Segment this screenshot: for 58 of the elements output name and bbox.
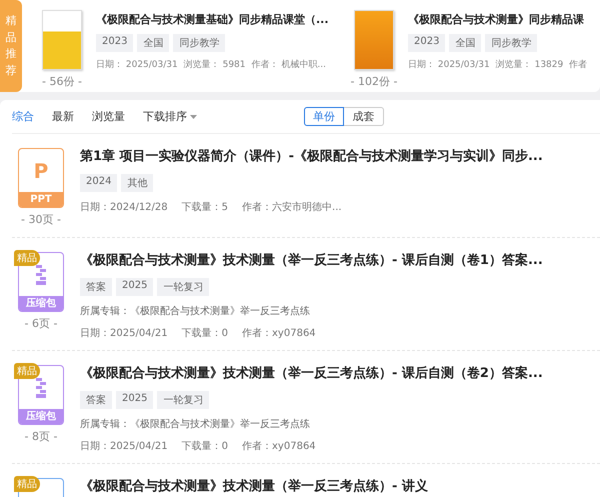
toggle-button[interactable]: 单份: [304, 107, 344, 126]
meta-text: 作者：xy07864: [242, 326, 316, 340]
copy-count: - 102份 -: [350, 74, 398, 89]
page-count: - 30页 -: [21, 212, 61, 227]
sort-dropdown[interactable]: 下载排序: [143, 109, 197, 124]
meta-text: 下载量：5: [182, 200, 228, 214]
tag: 2025: [116, 391, 154, 409]
filter-tab[interactable]: 综合: [12, 109, 34, 124]
book-cover[interactable]: [354, 10, 394, 70]
tag: 2024: [80, 174, 118, 192]
meta-text: 日期： 2025/03/31: [96, 58, 178, 71]
tag: 答案: [80, 391, 112, 409]
meta-text: 日期：2025/04/21: [80, 440, 168, 453]
ppt-file-icon: P PPT: [18, 148, 64, 208]
caret-icon: [190, 114, 197, 118]
meta-text: 作者： 机械中职...: [252, 58, 326, 71]
tag: 全国: [449, 34, 482, 52]
resource-title[interactable]: 第1章 项目一实验仪器简介（课件）-《极限配合与技术测量学习与实训》同步...: [80, 148, 543, 166]
premium-badge: 精品: [14, 250, 40, 266]
tag: 同步教学: [485, 34, 538, 52]
tag: 一轮复习: [157, 278, 210, 296]
tag: 2025: [116, 278, 154, 296]
resource-title[interactable]: 《极限配合与技术测量》技术测量（举一反三考点练）- 课后自测（卷2）答案...: [80, 365, 543, 383]
zipper-icon: [36, 378, 46, 398]
tag: 同步教学: [173, 34, 226, 52]
featured-title[interactable]: 《极限配合与技术测量》同步精品课: [408, 10, 588, 28]
meta-text: 日期：2024/12/28: [80, 200, 168, 214]
premium-badge: 精品: [14, 476, 40, 492]
filter-tab[interactable]: 浏览量: [92, 109, 125, 124]
tag: 其他: [121, 174, 154, 192]
copy-count: - 56份 -: [42, 74, 82, 89]
meta-text: 浏览量： 13829: [496, 58, 564, 71]
toggle-button[interactable]: 成套: [344, 107, 384, 126]
meta-text: 下载量：0: [182, 440, 228, 453]
meta-text: 日期： 2025/03/31: [408, 58, 490, 71]
featured-label: 精品推荐: [6, 13, 16, 78]
featured-title[interactable]: 《极限配合与技术测量基础》同步精品课堂（...: [96, 10, 329, 28]
tag: 答案: [80, 278, 112, 296]
meta-text: 日期：2025/04/21: [80, 326, 168, 340]
filter-tab[interactable]: 最新: [52, 109, 74, 124]
book-cover[interactable]: [42, 10, 82, 70]
meta-text: 下载量：0: [182, 326, 228, 340]
zipper-icon: [36, 264, 46, 284]
resource-title[interactable]: 《极限配合与技术测量》技术测量（举一反三考点练）- 讲义: [80, 478, 428, 496]
album-text: 所属专辑：《极限配合与技术测量》举一反三考点练: [80, 304, 311, 318]
tag: 全国: [137, 34, 170, 52]
tag: 一轮复习: [157, 391, 210, 409]
album-text: 所属专辑：《极限配合与技术测量》举一反三考点练: [80, 418, 311, 431]
meta-text: 作者：xy07864: [242, 440, 316, 453]
tag: 2023: [96, 34, 134, 52]
page-count: - 8页 -: [24, 429, 58, 444]
page-count: - 6页 -: [24, 316, 58, 331]
meta-text: 作者: [569, 58, 588, 71]
tag: 2023: [408, 34, 446, 52]
meta-text: 作者：六安市明德中...: [242, 200, 342, 214]
premium-badge: 精品: [14, 363, 40, 379]
resource-title[interactable]: 《极限配合与技术测量》技术测量（举一反三考点练）- 课后自测（卷1）答案...: [80, 252, 543, 270]
meta-text: 浏览量： 5981: [184, 58, 246, 71]
